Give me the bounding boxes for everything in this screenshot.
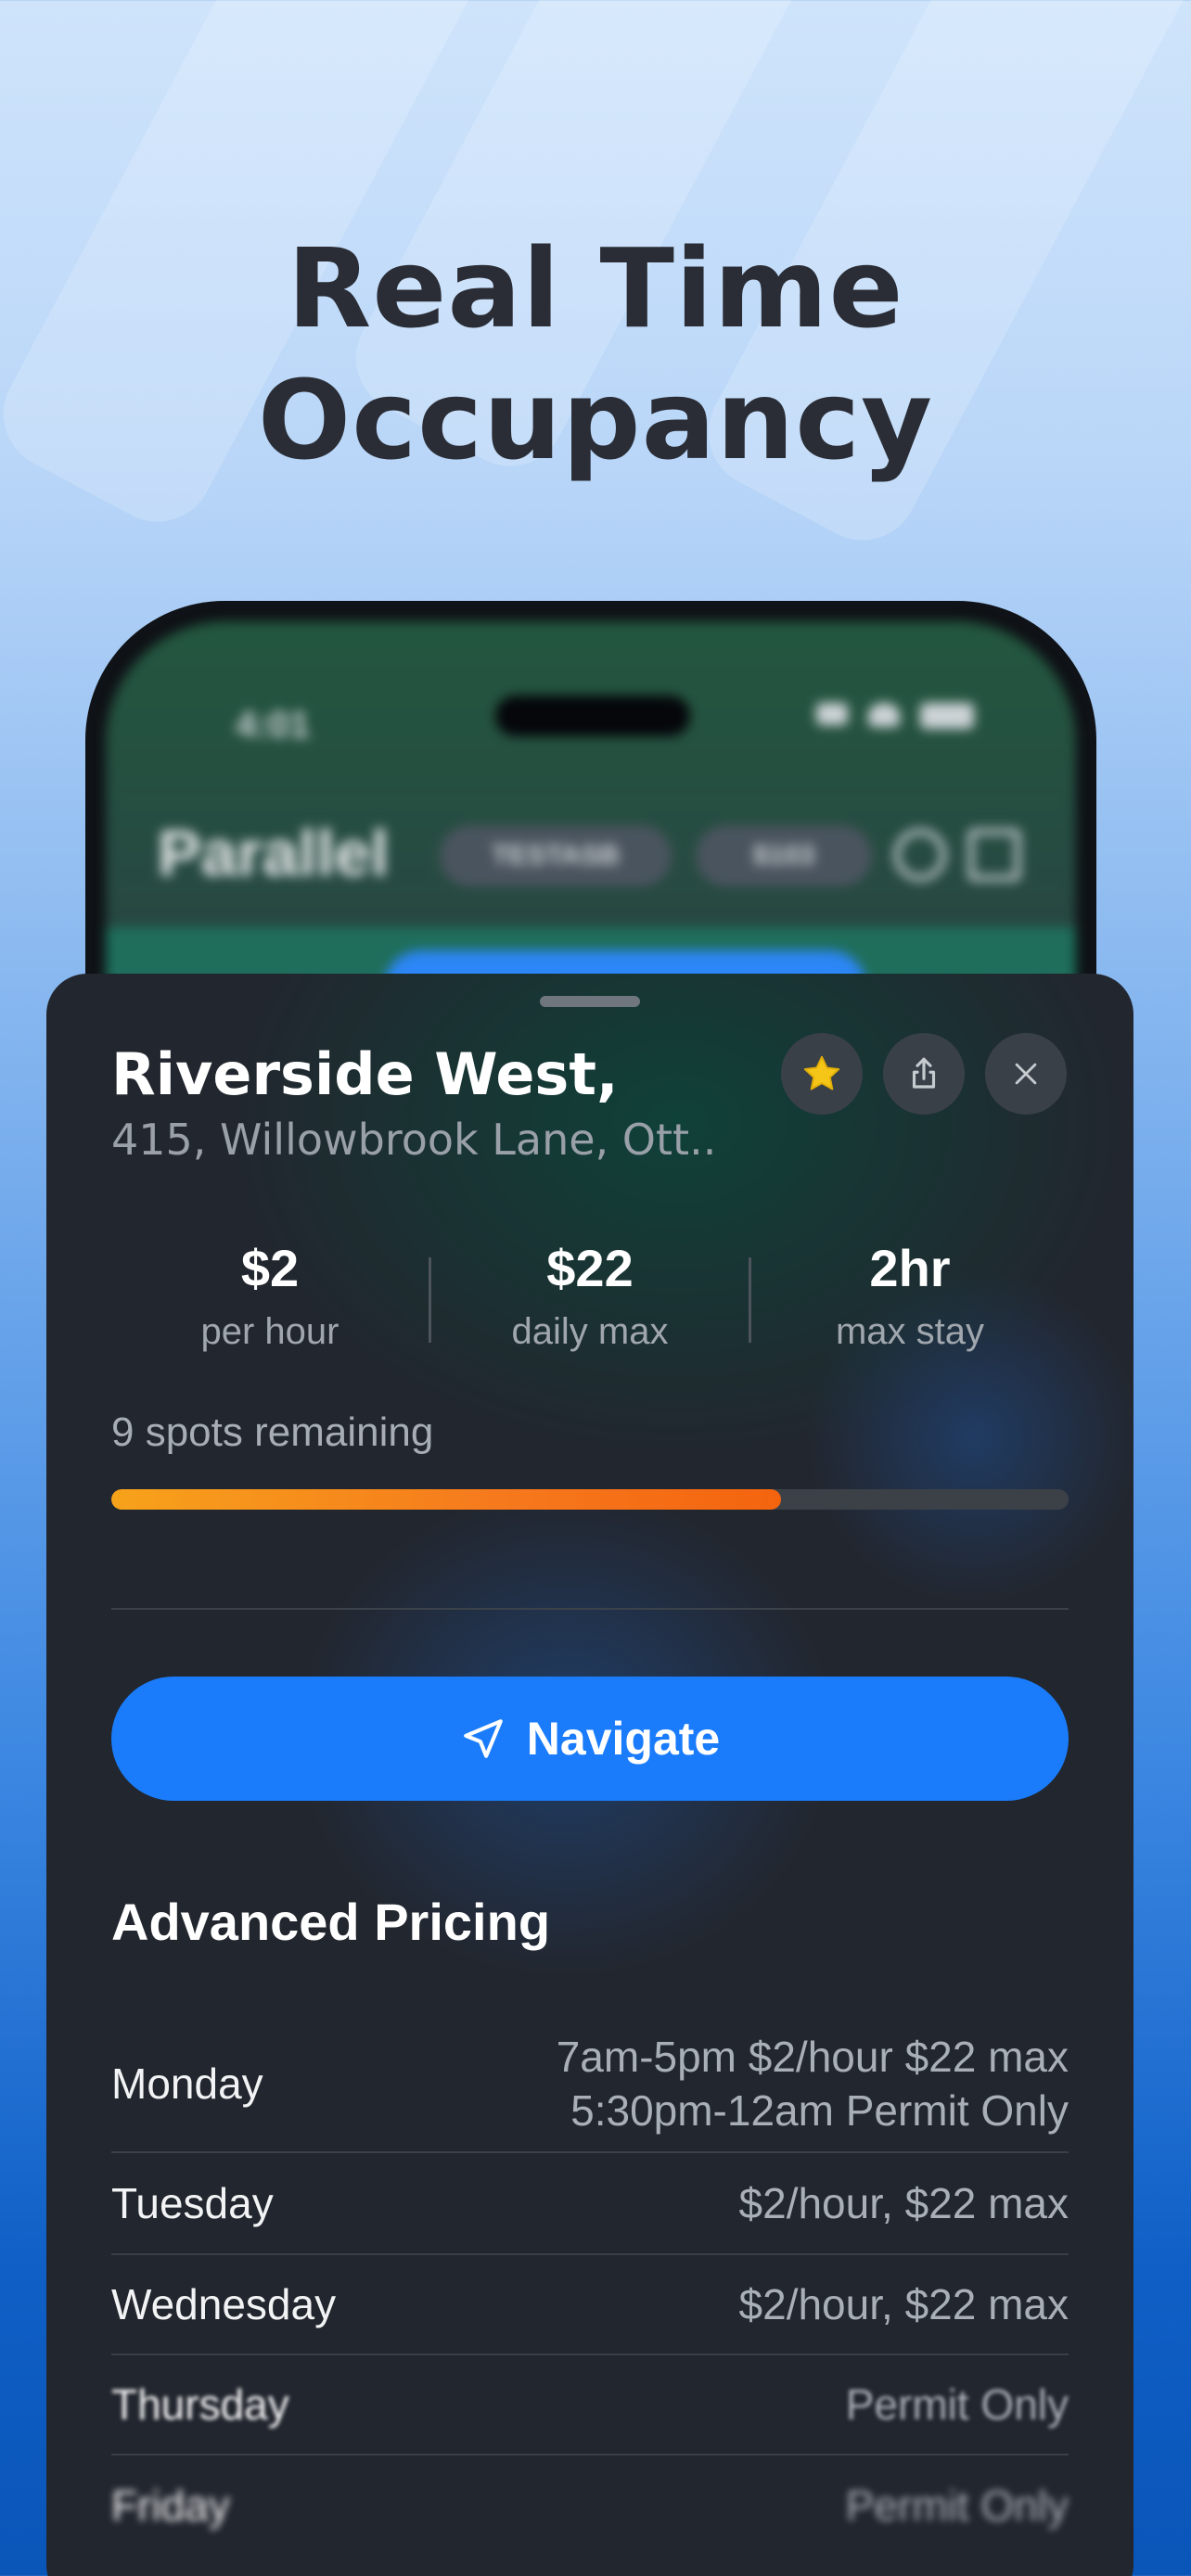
navigate-label: Navigate [526,1713,721,1765]
stat-value: $2 [240,1239,300,1297]
stat-label: per hour [200,1311,339,1352]
occupancy-fill [111,1489,782,1510]
pricing-row-tuesday: Tuesday $2/hour, $22 max [111,2153,1069,2255]
pricing-value: Permit Only [845,2481,1069,2530]
parking-detail-sheet: Riverside West, 415, Willowbrook Lane, O… [46,974,1133,2576]
stat-max-stay: 2hr max stay [751,1239,1069,1359]
dynamic-island [495,695,690,736]
marketing-headline: Real Time Occupancy [0,223,1191,486]
pricing-row-thursday: Thursday Permit Only [111,2355,1069,2455]
spots-remaining: 9 spots remaining [111,1409,434,1455]
pricing-day: Monday [111,2060,263,2108]
pricing-value-line: 5:30pm-12am Permit Only [570,2086,1069,2135]
pricing-table: Monday 7am-5pm $2/hour $22 max 5:30pm-12… [111,2016,1069,2556]
stat-value: $22 [546,1239,634,1297]
stat-hourly: $2 per hour [111,1239,429,1359]
pricing-row-friday: Friday Permit Only [111,2455,1069,2556]
pricing-day: Tuesday [111,2179,274,2227]
share-icon [912,1057,936,1089]
stat-label: max stay [835,1311,985,1352]
status-time: 4:01 [236,705,311,746]
profile-icon[interactable] [968,829,1020,881]
pricing-day: Wednesday [111,2280,337,2328]
rate-stats: $2 per hour $22 daily max 2hr max stay [111,1239,1069,1359]
app-logo: Parallel [158,817,390,889]
status-icons [816,703,974,729]
signal-icon [816,703,848,725]
plate-chip[interactable]: TESTASB [440,825,672,886]
pricing-value-line: 7am-5pm $2/hour $22 max [556,2033,1069,2081]
pricing-row-monday: Monday 7am-5pm $2/hour $22 max 5:30pm-12… [111,2016,1069,2153]
headline-line-1: Real Time [287,224,904,352]
pricing-value: $2/hour, $22 max [738,2179,1069,2227]
divider [111,1608,1069,1610]
close-icon [1015,1063,1037,1085]
pricing-row-wednesday: Wednesday $2/hour, $22 max [111,2255,1069,2355]
navigate-button[interactable]: Navigate [111,1677,1069,1801]
stat-label: daily max [511,1311,669,1352]
balance-chip[interactable]: $103 [696,825,872,886]
sheet-grabber[interactable] [540,996,640,1007]
battery-icon [920,703,974,729]
stat-value: 2hr [869,1239,951,1297]
wifi-icon [868,703,900,727]
stat-daily-max: $22 daily max [431,1239,749,1359]
pricing-day: Thursday [111,2380,289,2429]
pricing-value: 7am-5pm $2/hour $22 max 5:30pm-12am Perm… [557,2030,1069,2137]
close-button[interactable] [985,1033,1067,1115]
star-icon [803,1055,840,1090]
pricing-value: Permit Only [845,2380,1069,2429]
headline-line-2: Occupancy [257,356,934,484]
navigation-arrow-icon [463,1719,503,1758]
place-name: Riverside West, [111,1040,619,1108]
favorite-button[interactable] [781,1033,863,1115]
place-address: 415, Willowbrook Lane, Ott.. [111,1115,717,1165]
advanced-pricing-title: Advanced Pricing [111,1893,551,1951]
pricing-value: $2/hour, $22 max [738,2280,1069,2328]
history-icon[interactable] [894,829,946,881]
occupancy-bar [111,1489,1069,1510]
pricing-day: Friday [111,2481,230,2530]
share-button[interactable] [883,1033,965,1115]
